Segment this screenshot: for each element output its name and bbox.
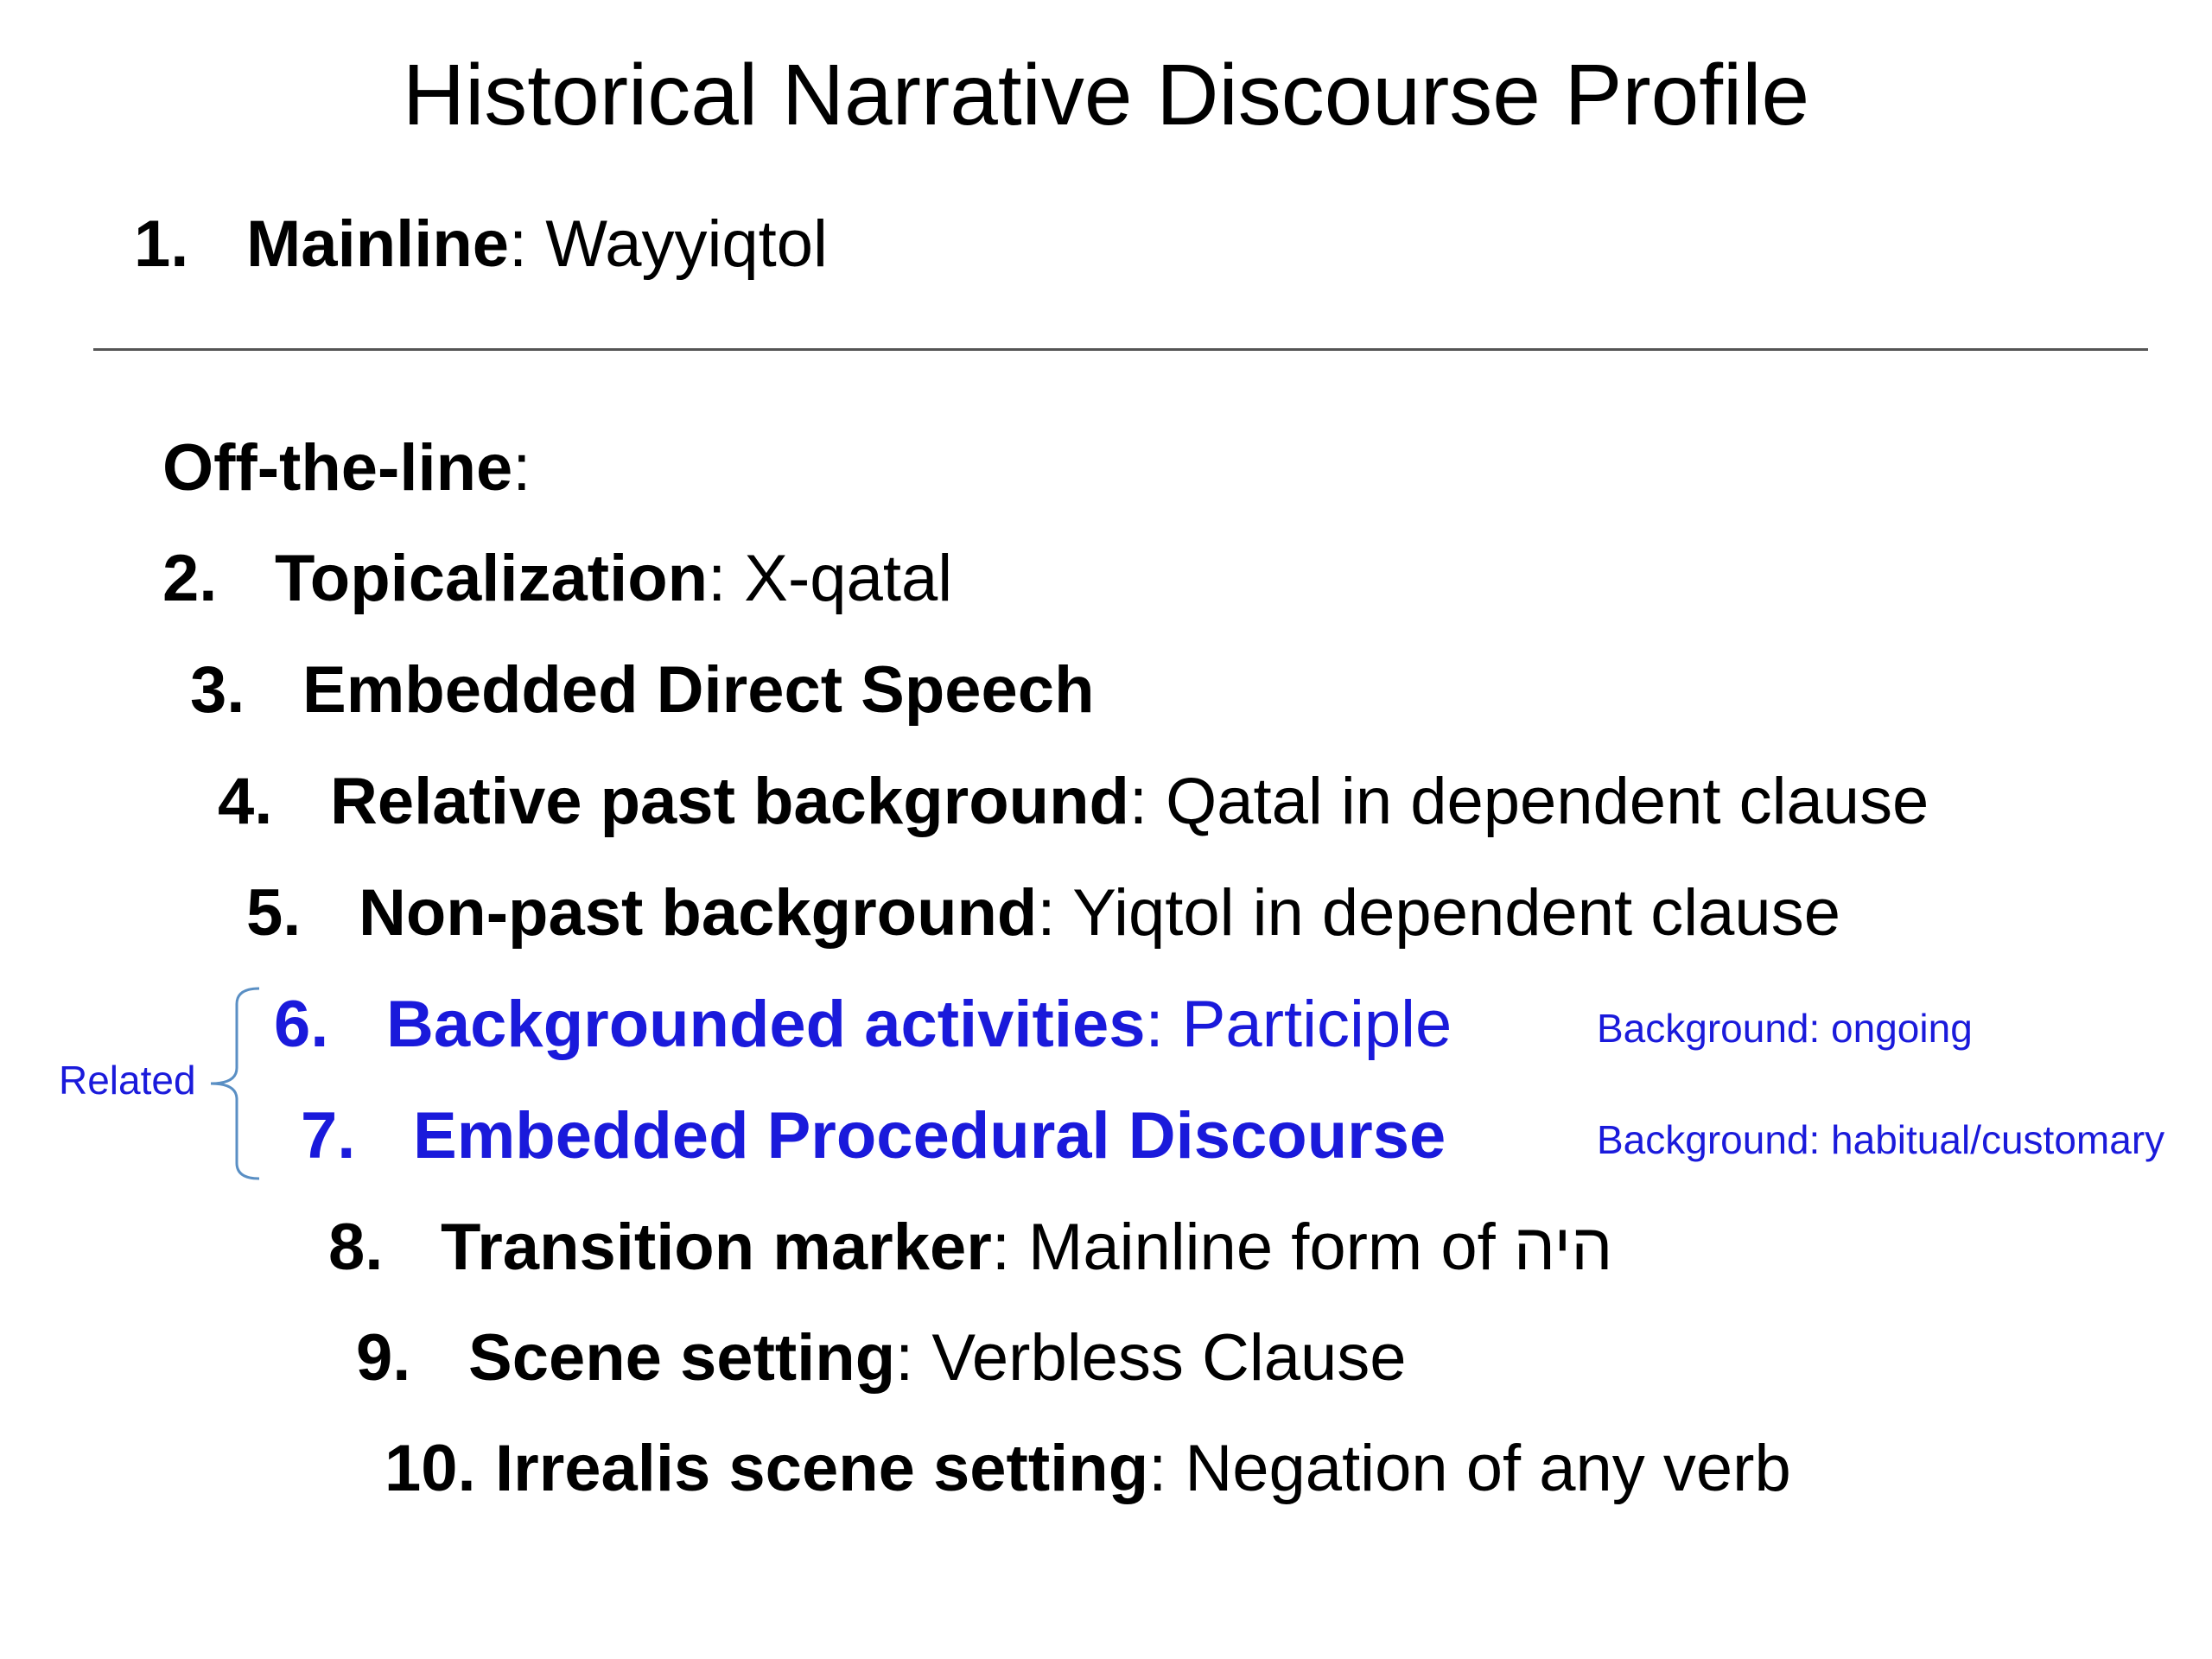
list-item-4: 4. Relative past background: Qatal in dep…	[218, 763, 1929, 841]
item-value: Verbless Clause	[913, 1321, 1407, 1395]
item-number: 1.	[134, 207, 189, 281]
item-colon: :	[1145, 988, 1164, 1061]
list-item-3: 3. Embedded Direct Speech	[190, 652, 1095, 729]
item-term: Backgrounded activities	[386, 988, 1146, 1061]
item-colon: :	[1148, 1432, 1167, 1505]
item-term: Relative past background	[330, 765, 1129, 838]
mainline-item: 1. Mainline: Wayyiqtol	[134, 206, 828, 283]
item-colon: :	[1037, 876, 1056, 950]
item-number: 8.	[328, 1211, 384, 1284]
item-colon: :	[895, 1321, 914, 1395]
list-item-6: 6. Backgrounded activities: Participle	[274, 986, 1452, 1064]
list-item-7: 7. Embedded Procedural Discourse	[301, 1097, 1446, 1175]
offline-heading-colon: :	[512, 431, 531, 505]
item-number: 9.	[356, 1321, 411, 1395]
list-item-5: 5. Non-past background: Yiqtol in depende…	[246, 874, 1840, 952]
item-number: 5.	[246, 876, 302, 950]
item-colon: :	[1128, 765, 1148, 838]
item-colon: :	[509, 207, 528, 281]
item-value: Mainline form of היה	[1009, 1211, 1613, 1284]
item-term: Topicalization	[275, 542, 709, 615]
related-label: Related	[59, 1058, 196, 1103]
offline-heading: Off-the-line:	[162, 429, 531, 507]
item-term: Non-past background	[359, 876, 1038, 950]
item-term: Scene setting	[468, 1321, 896, 1395]
item-value: Wayyiqtol	[527, 207, 828, 281]
offline-heading-text: Off-the-line	[162, 431, 513, 505]
curly-brace-icon	[210, 987, 260, 1180]
item-term: Mainline	[246, 207, 510, 281]
item-value: Negation of any verb	[1166, 1432, 1791, 1505]
item-term: Irrealis scene setting	[495, 1432, 1149, 1505]
list-item-8: 8. Transition marker: Mainline form of הי…	[328, 1209, 1612, 1287]
note-item-7: Background: habitual/customary	[1597, 1117, 2165, 1162]
item-value: Participle	[1163, 988, 1452, 1061]
item-colon: :	[708, 542, 727, 615]
item-number: 10.	[385, 1432, 476, 1505]
item-value: Qatal in dependent clause	[1147, 765, 1929, 838]
item-term: Embedded Direct Speech	[302, 653, 1095, 727]
item-value: Yiqtol in dependent clause	[1055, 876, 1840, 950]
item-term: Embedded Procedural Discourse	[413, 1099, 1446, 1173]
slide-title: Historical Narrative Discourse Profile	[402, 47, 1810, 143]
list-item-2: 2. Topicalization: X-qatal	[162, 540, 952, 618]
item-number: 7.	[301, 1099, 356, 1173]
item-number: 6.	[274, 988, 329, 1061]
item-value: X-qatal	[726, 542, 953, 615]
section-divider	[93, 348, 2148, 351]
list-item-9: 9. Scene setting: Verbless Clause	[356, 1319, 1407, 1397]
item-number: 2.	[162, 542, 218, 615]
item-colon: :	[991, 1211, 1010, 1284]
item-number: 4.	[218, 765, 273, 838]
list-item-10: 10. Irrealis scene setting: Negation of a…	[385, 1430, 1791, 1508]
note-item-6: Background: ongoing	[1597, 1006, 1973, 1051]
item-number: 3.	[190, 653, 245, 727]
item-term: Transition marker	[441, 1211, 992, 1284]
